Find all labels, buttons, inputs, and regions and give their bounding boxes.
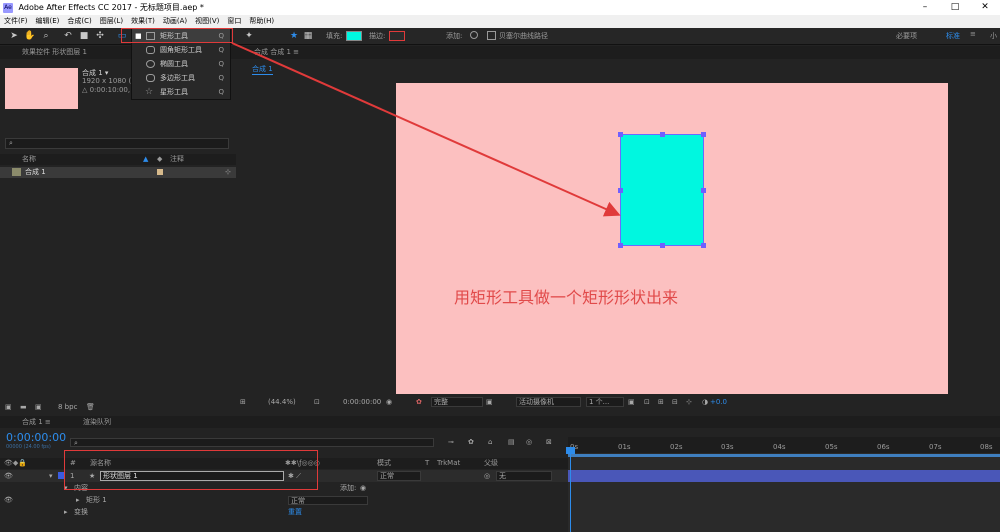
playhead-icon[interactable] (566, 447, 575, 454)
rect-label: 矩形 1 (86, 496, 107, 504)
contents-add-label[interactable]: 添加: (340, 483, 356, 494)
ruler-mark: 01s (618, 443, 631, 451)
column-t: T (425, 459, 430, 467)
ruler-mark: 06s (877, 443, 890, 451)
layer-mode-select[interactable]: 正常 (377, 471, 421, 481)
time-ruler[interactable]: 0s 01s 02s 03s 04s 05s 06s 07s 08s (568, 437, 1000, 453)
timeline-tabs: 合成 1 ≡ 渲染队列 (0, 416, 1000, 428)
parent-select[interactable]: 无 (496, 471, 552, 481)
timeline-fps: 00000 (24.00 fps) (6, 444, 51, 450)
current-time-indicator[interactable] (570, 453, 571, 532)
search-icon: ⌕ (74, 439, 78, 447)
timeline-search-input[interactable]: ⌕ (70, 438, 434, 447)
av-switch-icons: 👁◆🔒 (4, 459, 27, 467)
ruler-mark: 03s (721, 443, 734, 451)
ruler-mark: 05s (825, 443, 838, 451)
highlight-layer (64, 450, 318, 490)
expand-transform-icon[interactable]: ▸ (64, 507, 68, 518)
ruler-mark: 07s (929, 443, 942, 451)
pickwhip-icon[interactable]: ◎ (484, 470, 490, 482)
expand-rect-icon[interactable]: ▸ (76, 495, 80, 506)
ruler-mark: 04s (773, 443, 786, 451)
column-trkmat[interactable]: TrkMat (437, 458, 460, 469)
timeline-area[interactable]: 0s 01s 02s 03s 04s 05s 06s 07s 08s (566, 437, 1000, 532)
frame-blend-icon[interactable]: ▤ (508, 438, 515, 446)
motion-blur-toggle-icon[interactable]: ◎ (526, 438, 532, 446)
timeline-timecode[interactable]: 0:00:00:00 (6, 431, 66, 444)
rect-mode-select[interactable]: 正常 (288, 496, 368, 505)
column-mode[interactable]: 模式 (377, 458, 391, 469)
expand-layer-icon[interactable]: ▾ (49, 470, 53, 482)
rect-eye-icon[interactable]: 👁 (4, 495, 13, 506)
column-parent[interactable]: 父级 (484, 458, 498, 469)
ruler-mark: 02s (670, 443, 683, 451)
draft-3d-toggle-icon[interactable]: ✿ (468, 438, 474, 446)
timeline-tab[interactable]: 合成 1 (22, 418, 43, 426)
graph-editor-icon[interactable]: ⊠ (546, 438, 552, 446)
visibility-eye-icon[interactable]: 👁 (4, 470, 13, 482)
shy-layers-icon[interactable]: ⌂ (488, 438, 492, 446)
transform-row[interactable]: ▸ 变换 重置 (0, 507, 568, 518)
transform-label: 变换 (74, 508, 88, 516)
rect-row[interactable]: 👁 ▸ 矩形 1 正常 (0, 495, 568, 506)
layer-duration-bar[interactable] (568, 470, 1000, 482)
reset-link[interactable]: 重置 (288, 507, 302, 518)
comp-flowchart-icon[interactable]: ⊸ (448, 438, 454, 446)
render-queue-tab[interactable]: 渲染队列 (83, 418, 111, 426)
work-area-bar[interactable] (568, 454, 1000, 457)
contents-add-icon[interactable]: ◉ (360, 483, 366, 494)
ruler-mark: 08s (980, 443, 993, 451)
